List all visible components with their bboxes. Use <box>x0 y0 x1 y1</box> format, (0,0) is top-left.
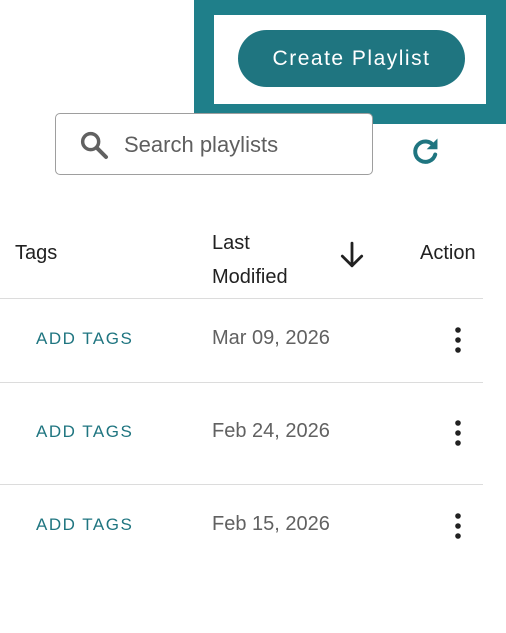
arrow-down-icon[interactable] <box>339 241 365 269</box>
last-modified-cell: Mar 09, 2026 <box>212 327 330 349</box>
add-tags-button[interactable]: ADD TAGS <box>36 329 133 349</box>
table-row: ADD TAGS Feb 24, 2026 <box>0 392 483 476</box>
search-field[interactable] <box>55 113 373 175</box>
playlists-page: Create Playlist Tags Last Modified Actio… <box>0 0 506 633</box>
search-icon <box>80 131 108 159</box>
row-divider <box>0 382 483 383</box>
column-header-tags[interactable]: Tags <box>15 242 57 265</box>
column-header-last-modified[interactable]: Last Modified <box>212 226 322 294</box>
table-row: ADD TAGS Feb 15, 2026 <box>0 485 483 569</box>
last-modified-cell: Feb 24, 2026 <box>212 420 330 442</box>
last-modified-cell: Feb 15, 2026 <box>212 513 330 535</box>
create-playlist-container: Create Playlist <box>214 15 486 104</box>
add-tags-button[interactable]: ADD TAGS <box>36 422 133 442</box>
more-vertical-icon[interactable] <box>446 325 470 355</box>
more-vertical-icon[interactable] <box>446 418 470 448</box>
column-header-actions: Action <box>420 242 476 264</box>
search-input[interactable] <box>122 126 362 164</box>
table-row: ADD TAGS Mar 09, 2026 <box>0 299 483 383</box>
create-playlist-highlight: Create Playlist <box>194 0 506 124</box>
add-tags-button[interactable]: ADD TAGS <box>36 515 133 535</box>
create-playlist-button[interactable]: Create Playlist <box>238 30 465 87</box>
refresh-icon[interactable] <box>408 134 442 168</box>
more-vertical-icon[interactable] <box>446 511 470 541</box>
